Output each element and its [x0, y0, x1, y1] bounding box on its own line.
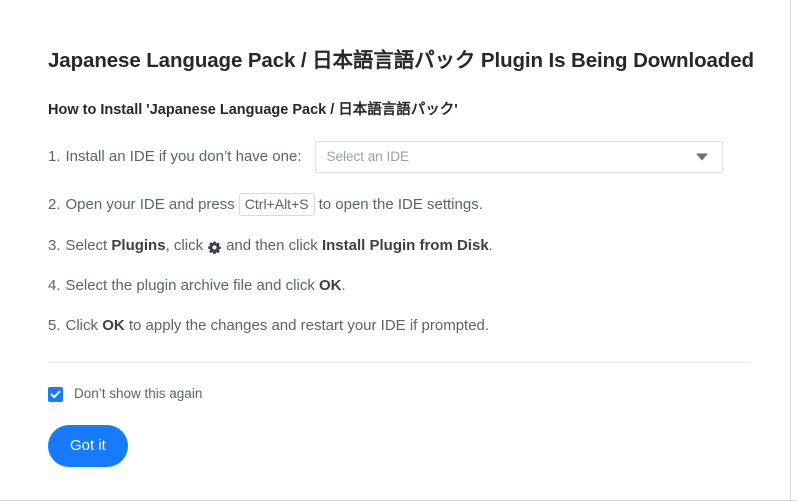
step-2-text-before: Open your IDE and press	[65, 195, 235, 213]
ide-select-dropdown[interactable]: Select an IDE	[314, 141, 723, 173]
install-steps-list: 1. Install an IDE if you don’t have one:…	[48, 120, 750, 336]
ide-select-placeholder: Select an IDE	[326, 149, 410, 164]
step-4-text-after: .	[341, 277, 346, 294]
step-4: 4. Select the plugin archive file and cl…	[48, 256, 750, 296]
step-3-text-before: Select	[65, 237, 108, 254]
step-2-text-after: to open the IDE settings.	[318, 195, 483, 213]
step-4-number: 4.	[48, 277, 61, 294]
step-2-number: 2.	[48, 195, 61, 213]
step-1-number: 1.	[48, 148, 61, 165]
step-2: 2. Open your IDE and press Ctrl+Alt+S to…	[48, 173, 750, 216]
howto-heading: How to Install 'Japanese Language Pack /…	[48, 102, 458, 118]
step-3-text-middle2: and then click	[226, 237, 318, 254]
step-5-number: 5.	[48, 317, 61, 334]
step-5-text-before: Click	[65, 317, 99, 334]
step-1: 1. Install an IDE if you don’t have one:…	[48, 120, 750, 173]
got-it-button[interactable]: Got it	[48, 425, 128, 467]
chevron-down-icon	[695, 153, 708, 161]
dont-show-again-label: Don’t show this again	[74, 386, 203, 401]
dont-show-again-checkbox[interactable]	[48, 386, 63, 402]
dont-show-again-row[interactable]: Don’t show this again	[48, 385, 750, 403]
step-3-text-middle: , click	[165, 237, 204, 254]
step-3-text-after: .	[488, 237, 493, 254]
section-divider	[48, 362, 750, 363]
keyboard-shortcut-chip: Ctrl+Alt+S	[238, 193, 315, 216]
step-5: 5. Click OK to apply the changes and res…	[48, 296, 750, 336]
step-5-text-after: to apply the changes and restart your ID…	[128, 317, 490, 334]
step-3: 3. Select Plugins, click and then click …	[48, 216, 750, 256]
plugin-download-page: Japanese Language Pack / 日本語言語パック Plugin…	[0, 0, 790, 467]
step-4-bold-ok: OK	[319, 277, 342, 294]
step-3-number: 3.	[48, 237, 61, 254]
page-title: Japanese Language Pack / 日本語言語パック Plugin…	[48, 49, 754, 72]
step-3-bold-plugins: Plugins	[111, 237, 166, 254]
right-gutter-rule	[790, 0, 791, 501]
gear-icon	[208, 240, 221, 254]
step-1-text: Install an IDE if you don’t have one:	[65, 148, 302, 165]
content-area: Japanese Language Pack / 日本語言語パック Plugin…	[0, 0, 790, 467]
step-4-text-before: Select the plugin archive file and click	[65, 277, 315, 294]
step-3-bold-install-from-disk: Install Plugin from Disk	[321, 237, 489, 254]
step-5-bold-ok: OK	[102, 317, 125, 334]
